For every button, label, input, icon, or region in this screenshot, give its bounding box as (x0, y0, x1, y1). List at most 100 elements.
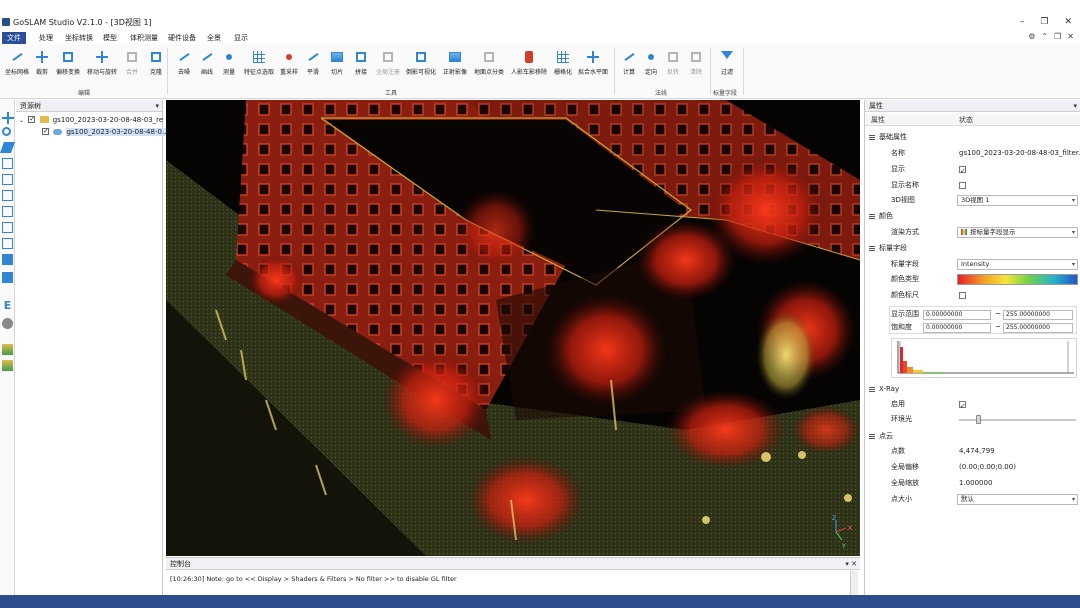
list-icon (252, 50, 266, 64)
point-cloud-render: Z X Y (166, 100, 860, 556)
image-icon (448, 50, 462, 64)
disable-icon[interactable] (2, 318, 13, 329)
saturation-max-input[interactable]: 255.00000000 (1003, 323, 1073, 333)
menu-process[interactable]: 处理 (34, 32, 58, 44)
menu-model[interactable]: 模型 (98, 32, 122, 44)
left-toolstrip: E (0, 100, 16, 595)
intensity-color-icon[interactable] (2, 360, 13, 371)
view-iso2-icon[interactable] (2, 254, 13, 265)
dropdown-icon[interactable]: ▾ ✕ (845, 558, 857, 570)
ambient-slider-handle[interactable] (975, 415, 981, 424)
console-log-line: [10:26:30] Note: go to << Display > Shad… (170, 575, 457, 583)
zoom-icon[interactable] (2, 127, 11, 136)
point-cloud-icon (53, 129, 63, 135)
dropdown-icon[interactable]: ▾ (1073, 100, 1077, 112)
svg-text:Z: Z (832, 515, 836, 522)
height-color-icon[interactable] (2, 344, 13, 355)
compute-icon (622, 50, 636, 64)
prop-show-row: 显示 (865, 162, 1080, 179)
resource-tree-panel: 资源树 ▾ ⌄ gs100_2023-03-20-08-48-03_re gs1… (16, 100, 169, 595)
ribbon-toolbar: 坐标网格 裁剪 偏移变换 移动与旋转 合并 克隆 编辑 去噪 画线 测量 特征点… (0, 44, 1080, 99)
3d-viewport[interactable]: Z X Y (166, 100, 860, 556)
section-color[interactable]: 颜色 (865, 209, 1080, 224)
section-basic[interactable]: 基础属性 (865, 130, 1080, 145)
xray-enable-checkbox[interactable] (959, 399, 966, 414)
svg-text:X: X (848, 525, 852, 532)
view-right-icon[interactable] (2, 206, 13, 217)
menu-bar: 文件 处理 坐标转换 模型 体积测量 硬件设备 全景 显示 ⚙ ⌃ ❐ ✕ (0, 31, 1080, 44)
saturation-min-input[interactable]: 0.00000000 (923, 323, 991, 333)
tree-item-checkbox[interactable] (28, 114, 36, 125)
orient-icon (644, 50, 658, 64)
properties-panel: 属性 ▾ 属性 状态 基础属性 名称 gs100_2023-03-20-08-48… (864, 100, 1080, 595)
caret-up-icon[interactable]: ⌃ (1041, 32, 1048, 41)
tree-item-cloud[interactable]: gs100_2023-03-20-08-48-0... (42, 126, 169, 138)
plus-icon[interactable] (2, 112, 14, 124)
scalar-field-select[interactable]: Intensity ▾ (957, 259, 1078, 270)
menu-display[interactable]: 显示 (229, 32, 253, 44)
console-scrollbar[interactable] (850, 571, 858, 595)
gear-icon[interactable]: ⚙ (1028, 32, 1035, 41)
title-bar: GoSLAM Studio V2.1.0 - [3D视图 1] – ❐ ✕ (0, 0, 1080, 30)
restore-icon[interactable]: ❐ (1054, 32, 1061, 41)
intensity-histogram[interactable] (891, 338, 1077, 378)
prop-scale-row: 全局缩放 1.000000 (865, 476, 1080, 491)
view-iso-icon[interactable] (2, 238, 13, 249)
prop-scalar-field-row: 标量字段 Intensity ▾ (865, 257, 1080, 272)
section-xray[interactable]: X-Ray (865, 382, 1080, 397)
person-icon (522, 50, 536, 64)
prop-xray-enable-row: 启用 (865, 397, 1080, 414)
menu-volume[interactable]: 体积测量 (125, 32, 163, 44)
menu-panorama[interactable]: 全景 (202, 32, 226, 44)
tool-fit-plane[interactable]: 拟合水平面 (578, 50, 608, 76)
collapse-section-icon (869, 214, 875, 219)
group-label-tools: 工具 (385, 90, 398, 97)
color-ramp-select[interactable] (957, 274, 1078, 285)
chevron-down-icon: ▾ (1071, 261, 1075, 268)
show-checkbox[interactable] (959, 164, 966, 179)
menu-hardware[interactable]: 硬件设备 (163, 32, 201, 44)
menu-coord-transform[interactable]: 坐标转换 (60, 32, 98, 44)
range-max-input[interactable]: 255.00000000 (1003, 310, 1073, 320)
3dview-select[interactable]: 3D视图 1 ▾ (957, 195, 1078, 206)
chevron-down-icon: ▾ (1071, 197, 1075, 204)
cube-icon[interactable] (2, 272, 13, 283)
tree-item-folder[interactable]: ⌄ gs100_2023-03-20-08-48-03_re (19, 114, 163, 126)
menu-file[interactable]: 文件 (2, 32, 26, 44)
view-bottom-icon[interactable] (2, 222, 13, 233)
view-front-icon[interactable] (2, 158, 13, 169)
properties-header: 属性 ▾ (865, 100, 1080, 112)
range-min-input[interactable]: 0.00000000 (923, 310, 991, 320)
section-scalar[interactable]: 标量字段 (865, 241, 1080, 256)
prop-3dview-row: 3D视图 3D视图 1 ▾ (865, 193, 1080, 208)
show-name-checkbox[interactable] (959, 182, 966, 189)
collapse-section-icon (869, 434, 875, 439)
slice-icon (330, 50, 344, 64)
prop-name-value[interactable]: gs100_2023-03-20-08-48-03_filter... (959, 146, 1080, 161)
tree-item-checkbox[interactable] (42, 126, 49, 137)
tool-filter[interactable]: 过滤 (713, 50, 741, 76)
tool-ground-classify[interactable]: 地面点分类 (474, 50, 504, 76)
view-back-icon[interactable] (2, 174, 13, 185)
group-label-edit: 编辑 (78, 90, 91, 97)
maximize-button[interactable]: ❐ (1040, 17, 1048, 27)
window-title: GoSLAM Studio V2.1.0 - [3D视图 1] (13, 18, 152, 27)
resample-icon (282, 50, 296, 64)
minimize-button[interactable]: – (1020, 17, 1025, 27)
section-point-cloud[interactable]: 点云 (865, 429, 1080, 444)
merge-icon (125, 50, 139, 64)
close-button[interactable]: ✕ (1064, 17, 1072, 27)
point-size-select[interactable]: 默认 ▾ (957, 494, 1078, 505)
eye-dome-icon[interactable]: E (2, 300, 13, 311)
view-top-icon[interactable] (0, 142, 16, 153)
grid-axes-icon (10, 50, 24, 64)
move-icon (95, 50, 109, 64)
color-scale-checkbox[interactable] (959, 292, 966, 299)
prop-point-size-row: 点大小 默认 ▾ (865, 492, 1080, 507)
view-left-icon[interactable] (2, 190, 13, 201)
render-mode-select[interactable]: 按标量字段显示 ▾ (957, 227, 1078, 238)
dropdown-icon[interactable]: ▾ (155, 100, 159, 112)
close-icon[interactable]: ✕ (1067, 32, 1074, 41)
collapse-icon[interactable]: ⌄ (19, 117, 24, 124)
prop-saturation-row: 饱和度 0.00000000 ~ 255.00000000 (865, 320, 1080, 335)
